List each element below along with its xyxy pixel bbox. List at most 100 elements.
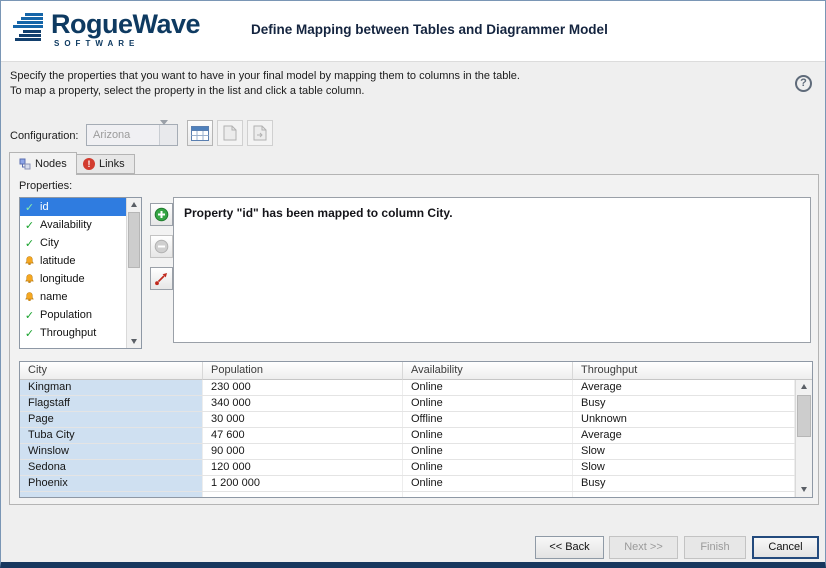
cell-availability[interactable]: Online	[403, 396, 573, 411]
table-scrollbar[interactable]	[795, 380, 812, 497]
cell-availability[interactable]: Online	[403, 428, 573, 443]
cell-availability[interactable]: Online	[403, 444, 573, 459]
cell-throughput[interactable]: Average	[573, 428, 795, 443]
mapping-message-panel: Property "id" has been mapped to column …	[173, 197, 811, 343]
property-label: Population	[40, 309, 92, 321]
property-item-id[interactable]: ✓ id	[20, 198, 127, 216]
table-header-row: City Population Availability Throughput	[20, 362, 812, 380]
table-row: Phoenix 1 200 000 Online Busy	[20, 476, 795, 492]
bell-warning-icon	[23, 273, 36, 285]
cell-availability[interactable]: Online	[403, 476, 573, 491]
cell-population[interactable]: 340 000	[203, 396, 403, 411]
column-header-city[interactable]: City	[20, 362, 203, 380]
table-row: Page 30 000 Offline Unknown	[20, 412, 795, 428]
tab-links[interactable]: ! Links	[73, 154, 135, 174]
properties-scrollbar[interactable]	[126, 198, 141, 348]
properties-label: Properties:	[19, 180, 72, 192]
next-button: Next >>	[609, 536, 678, 559]
node-icon	[19, 158, 31, 170]
cell-throughput[interactable]: Slow	[573, 460, 795, 475]
property-item-throughput[interactable]: ✓ Throughput	[20, 324, 127, 342]
property-label: City	[40, 237, 59, 249]
document-arrow-icon	[253, 125, 267, 141]
logo-name: RogueWave	[51, 9, 200, 39]
column-header-availability[interactable]: Availability	[403, 362, 573, 380]
property-item-longitude[interactable]: longitude	[20, 270, 127, 288]
cell-population[interactable]: 230 000	[203, 380, 403, 395]
cell-city[interactable]: Tuba City	[20, 428, 203, 443]
chevron-down-icon	[159, 125, 177, 145]
error-icon: !	[83, 158, 95, 170]
help-button[interactable]: ?	[795, 75, 812, 92]
check-icon: ✓	[23, 201, 36, 214]
cell-availability[interactable]: Online	[403, 460, 573, 475]
table-row: Sedona 120 000 Online Slow	[20, 460, 795, 476]
property-label: latitude	[40, 255, 75, 267]
configuration-dropdown: Arizona	[86, 124, 178, 146]
intro-text: Specify the properties that you want to …	[10, 69, 520, 99]
add-property-button[interactable]	[150, 203, 173, 226]
cell-availability[interactable]: Online	[403, 380, 573, 395]
cell-population[interactable]: 30 000	[203, 412, 403, 427]
configuration-label: Configuration:	[10, 130, 79, 142]
property-label: Throughput	[40, 327, 96, 339]
table-row: Flagstaff 340 000 Online Busy	[20, 396, 795, 412]
property-label: Availability	[40, 219, 92, 231]
mapping-wizard-window: RogueWave SOFTWARE Define Mapping betwee…	[0, 0, 826, 568]
tab-nodes[interactable]: Nodes	[9, 152, 77, 175]
sample-data-table: City Population Availability Throughput …	[19, 361, 813, 498]
cell-throughput[interactable]: Busy	[573, 476, 795, 491]
cell-city[interactable]: Flagstaff	[20, 396, 203, 411]
logo-waves-icon	[11, 12, 47, 44]
cell-population[interactable]: 47 600	[203, 428, 403, 443]
cancel-button[interactable]: Cancel	[752, 536, 819, 559]
cell-city[interactable]: Page	[20, 412, 203, 427]
unmap-property-button[interactable]	[150, 267, 173, 290]
table-row: Winslow 90 000 Online Slow	[20, 444, 795, 460]
back-button[interactable]: << Back	[535, 536, 604, 559]
property-label: id	[40, 201, 49, 213]
tab-nodes-label: Nodes	[35, 158, 67, 170]
property-label: name	[40, 291, 68, 303]
check-icon: ✓	[23, 327, 36, 340]
column-header-throughput[interactable]: Throughput	[573, 362, 812, 380]
table-grid-icon	[191, 126, 209, 141]
logo-subtitle: SOFTWARE	[51, 39, 200, 48]
table-options-button[interactable]	[187, 120, 213, 146]
check-icon: ✓	[23, 309, 36, 322]
cell-city[interactable]: Winslow	[20, 444, 203, 459]
scrollbar-thumb[interactable]	[128, 212, 140, 268]
property-item-population[interactable]: ✓ Population	[20, 306, 127, 324]
cell-city[interactable]: Phoenix	[20, 476, 203, 491]
scrollbar-thumb[interactable]	[797, 395, 811, 437]
cell-throughput[interactable]: Average	[573, 380, 795, 395]
header: RogueWave SOFTWARE Define Mapping betwee…	[1, 1, 825, 62]
cell-population[interactable]: 1 200 000	[203, 476, 403, 491]
export-mapping-button	[217, 120, 243, 146]
scroll-down-icon[interactable]	[796, 482, 812, 497]
check-icon: ✓	[23, 219, 36, 232]
cell-city[interactable]: Kingman	[20, 380, 203, 395]
cell-population[interactable]: 90 000	[203, 444, 403, 459]
property-item-latitude[interactable]: latitude	[20, 252, 127, 270]
plus-icon	[154, 207, 169, 222]
properties-list: ✓ id ✓ Availability ✓ City latitude	[19, 197, 142, 349]
bell-warning-icon	[23, 255, 36, 267]
check-icon: ✓	[23, 237, 36, 250]
cell-city[interactable]: Sedona	[20, 460, 203, 475]
property-item-name[interactable]: name	[20, 288, 127, 306]
cell-throughput[interactable]: Slow	[573, 444, 795, 459]
cell-population[interactable]: 120 000	[203, 460, 403, 475]
cell-throughput[interactable]: Busy	[573, 396, 795, 411]
cell-throughput[interactable]: Unknown	[573, 412, 795, 427]
property-item-availability[interactable]: ✓ Availability	[20, 216, 127, 234]
cell-availability[interactable]: Offline	[403, 412, 573, 427]
document-icon	[223, 125, 237, 141]
scroll-down-icon[interactable]	[127, 334, 141, 348]
intro-line-1: Specify the properties that you want to …	[10, 69, 520, 84]
table-row: Kingman 230 000 Online Average	[20, 380, 795, 396]
remove-property-button	[150, 235, 173, 258]
column-header-population[interactable]: Population	[203, 362, 403, 380]
table-row: Tuba City 47 600 Online Average	[20, 428, 795, 444]
property-item-city[interactable]: ✓ City	[20, 234, 127, 252]
